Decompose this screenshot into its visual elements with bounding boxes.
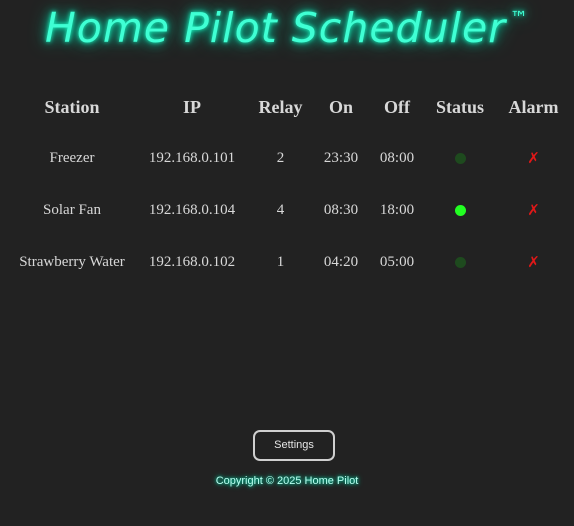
station-on-time: 08:30 — [323, 201, 359, 218]
station-relay: 2 — [276, 149, 285, 166]
status-indicator-icon — [454, 256, 466, 268]
column-header-alarm: Alarm — [508, 96, 559, 117]
title-text: Home Pilot Scheduler — [44, 4, 507, 52]
table-row: Freezer 192.168.0.101 2 23:30 08:00 ✗ — [8, 132, 572, 184]
page-title: Home Pilot Scheduler ™ — [0, 4, 574, 52]
schedule-table: Station IP Relay On Off Status Alarm Fre… — [8, 82, 572, 288]
station-ip: 192.168.0.101 — [148, 149, 236, 166]
copyright-text: Copyright © 2025 Home Pilot — [215, 475, 359, 487]
table-row: Solar Fan 192.168.0.104 4 08:30 18:00 ✗ — [8, 184, 572, 236]
station-on-time: 23:30 — [323, 149, 359, 166]
column-header-off: Off — [384, 96, 410, 117]
status-indicator-icon — [454, 152, 466, 164]
alarm-x-icon: ✗ — [527, 148, 540, 167]
station-relay: 4 — [276, 201, 285, 218]
station-on-time: 04:20 — [323, 253, 359, 270]
column-header-relay: Relay — [258, 96, 303, 117]
station-off-time: 05:00 — [379, 253, 415, 270]
column-header-status: Status — [435, 96, 484, 117]
station-relay: 1 — [276, 253, 285, 270]
status-indicator-icon — [454, 204, 466, 216]
station-ip: 192.168.0.102 — [148, 253, 236, 270]
trademark-mark: ™ — [510, 8, 530, 29]
alarm-x-icon: ✗ — [527, 200, 540, 219]
table-header-row: Station IP Relay On Off Status Alarm — [8, 82, 572, 132]
station-off-time: 18:00 — [379, 201, 415, 218]
settings-button[interactable]: Settings — [253, 430, 335, 461]
table-row: Strawberry Water 192.168.0.102 1 04:20 0… — [8, 236, 572, 288]
column-header-ip: IP — [183, 96, 201, 117]
alarm-x-icon: ✗ — [527, 252, 540, 271]
column-header-on: On — [328, 96, 353, 117]
column-header-station: Station — [44, 96, 100, 117]
station-ip: 192.168.0.104 — [148, 201, 236, 218]
station-name: Solar Fan — [43, 201, 101, 218]
station-name: Freezer — [49, 149, 95, 166]
station-off-time: 08:00 — [379, 149, 415, 166]
station-name: Strawberry Water — [19, 253, 125, 270]
